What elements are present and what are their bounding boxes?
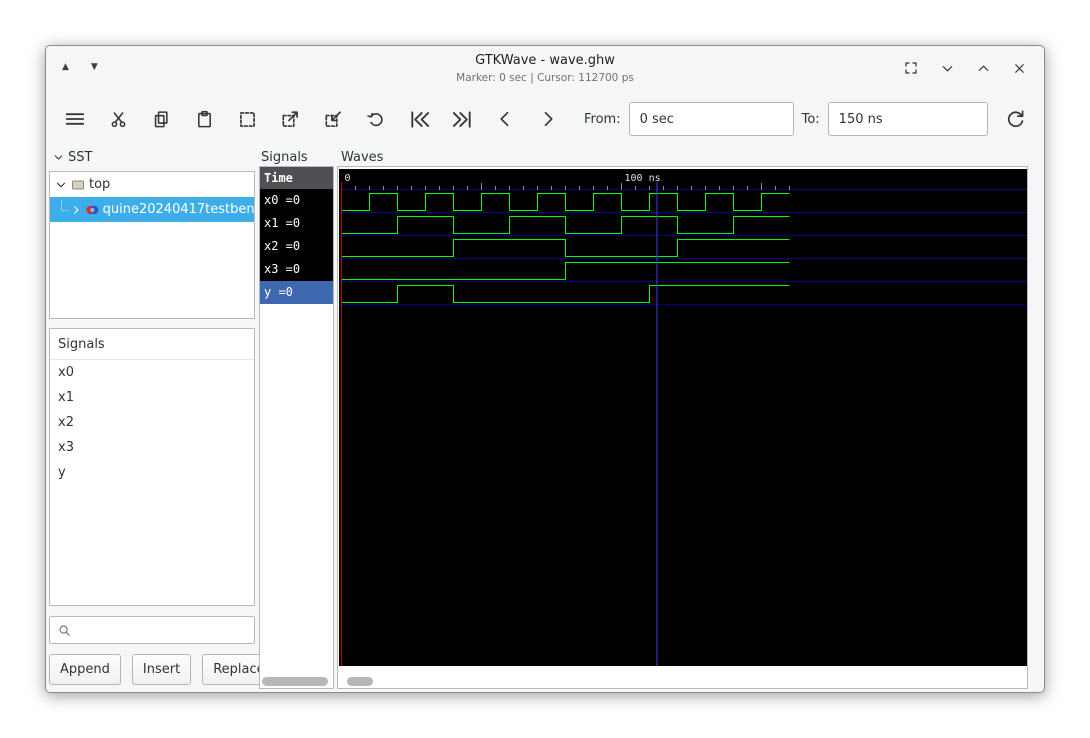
nav-down-arrow[interactable]: ▼ [91,61,98,73]
toolbar: From: To: [46,92,1044,146]
chevron-down-icon [52,151,65,164]
nav-up-arrow[interactable]: ▲ [62,61,69,73]
signal-row-y[interactable]: y =0 [260,281,333,304]
append-button[interactable]: Append [49,654,121,685]
signal-row-x0[interactable]: x0 =0 [260,189,333,212]
to-label: To: [801,111,820,127]
waves-frame-label: Waves [341,150,384,165]
zoom-out-button[interactable] [318,104,348,134]
zoom-out-icon [323,109,344,130]
tree-item-top[interactable]: top [50,172,254,197]
insert-button[interactable]: Insert [131,654,192,685]
signal-row-x2[interactable]: x2 =0 [260,235,333,258]
wave-display: 0 100 ns [339,169,1027,666]
next-edge-button[interactable] [533,104,563,134]
titlebar: ▲ ▼ GTKWave - wave.ghw Marker: 0 sec | C… [46,46,1044,92]
search-input[interactable] [77,619,254,641]
paste-icon [195,110,214,129]
signals-frame: Time x0 =0 x1 =0 x2 =0 x3 =0 y =0 [259,166,334,689]
reload-icon [1005,109,1026,130]
maximize-button[interactable] [974,59,992,77]
zoom-undo-button[interactable] [361,104,391,134]
from-input[interactable] [628,102,794,136]
paste-button[interactable] [189,104,219,134]
to-end-icon [451,108,474,131]
close-button[interactable] [1010,59,1028,77]
cut-button[interactable] [103,104,133,134]
zoom-in-button[interactable] [275,104,305,134]
to-start-button[interactable] [404,104,434,134]
sst-expander[interactable]: SST [52,150,92,165]
to-start-icon [408,108,431,131]
sst-signal-item[interactable]: x1 [50,385,254,410]
module-icon [72,180,84,189]
testbench-icon [85,205,99,214]
expander-right-icon[interactable] [70,203,83,217]
sst-label: SST [68,150,93,165]
gtkwave-window: ▲ ▼ GTKWave - wave.ghw Marker: 0 sec | C… [45,45,1045,693]
waves-hscrollbar-thumb[interactable] [347,677,373,686]
minimize-button[interactable] [938,59,956,77]
to-end-button[interactable] [447,104,477,134]
undo-icon [366,109,386,129]
signals-frame-label: Signals [261,150,308,165]
zoom-fit-button[interactable] [232,104,262,134]
copy-icon [152,110,171,129]
marker-cursor-status: Marker: 0 sec | Cursor: 112700 ps [456,72,634,84]
chevron-left-icon [495,109,515,129]
menu-icon [64,108,86,130]
zoom-fit-icon [237,109,258,130]
tree-item-label: quine20240417testbench [102,202,254,217]
sst-signals-panel: Signals x0 x1 x2 x3 y [49,328,255,606]
search-box [49,616,255,644]
window-title: GTKWave - wave.ghw [475,53,615,68]
menu-button[interactable] [60,104,90,134]
signal-row-x1[interactable]: x1 =0 [260,212,333,235]
copy-button[interactable] [146,104,176,134]
cut-icon [109,110,128,129]
signals-hscrollbar-thumb[interactable] [262,677,328,686]
search-icon [57,623,72,638]
sst-signal-item[interactable]: x3 [50,435,254,460]
tree-connector [61,199,68,211]
fit-window-button[interactable] [902,59,920,77]
sst-signals-header: Signals [50,329,254,360]
reload-button[interactable] [1000,104,1030,134]
prev-edge-button[interactable] [490,104,520,134]
sst-signal-item[interactable]: x2 [50,410,254,435]
to-input[interactable] [827,102,988,136]
signals-hscrollbar[interactable] [260,677,332,686]
signal-name-rows: Time x0 =0 x1 =0 x2 =0 x3 =0 y =0 [260,167,333,304]
expander-down-icon[interactable] [54,178,68,192]
wave-canvas[interactable]: 0 100 ns [339,169,1027,666]
tree-item-testbench[interactable]: quine20240417testbench [50,197,254,222]
from-label: From: [584,111,621,127]
waves-hscrollbar[interactable] [345,677,1025,686]
main-content: SST top quine20240417testbench Signals x… [46,146,1044,692]
sst-signal-list: x0 x1 x2 x3 y [50,360,254,485]
zoom-in-icon [280,109,301,130]
sst-signal-item[interactable]: y [50,460,254,485]
sst-buttons: Append Insert Replace [49,654,276,685]
svg-text:100 ns: 100 ns [625,173,661,184]
svg-text:0: 0 [345,173,351,184]
sst-tree: top quine20240417testbench [49,171,255,319]
time-header[interactable]: Time [260,167,333,189]
tree-item-label: top [89,177,111,192]
waves-frame: 0 100 ns [337,166,1028,689]
signal-row-x3[interactable]: x3 =0 [260,258,333,281]
chevron-right-icon [538,109,558,129]
sst-signal-item[interactable]: x0 [50,360,254,385]
